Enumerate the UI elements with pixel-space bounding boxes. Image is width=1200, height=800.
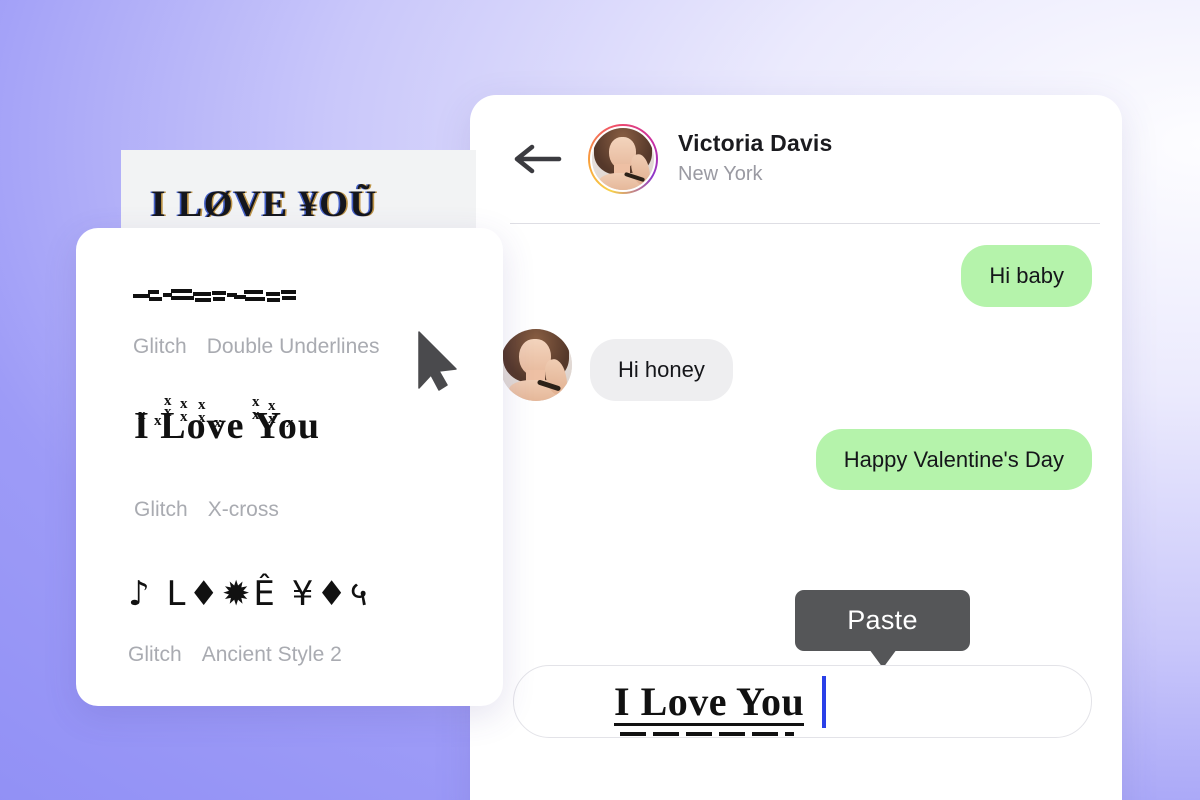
click-sparkle-icon	[403, 305, 443, 331]
message-input-value: I Love You	[614, 678, 805, 736]
font-tag-category: Glitch	[128, 643, 182, 666]
message-list: Hi baby Hi honey Happy Valentine's Day	[470, 245, 1122, 512]
avatar-image	[590, 126, 656, 192]
chat-header: Victoria Davis New York	[470, 95, 1122, 223]
font-tag-category: Glitch	[133, 335, 187, 358]
contact-name: Victoria Davis	[678, 129, 833, 156]
screenshot-stage: Victoria Davis New York Hi baby Hi honey	[0, 0, 1200, 800]
font-preview-text: I LØVE ¥OŨ	[151, 184, 378, 225]
font-tag-category: Glitch	[134, 498, 188, 521]
message-row: Hi baby	[470, 245, 1122, 307]
font-style-list: Glitch Double Underlines x x x x x x x x…	[76, 228, 503, 706]
message-row: Happy Valentine's Day	[470, 428, 1122, 490]
text-caret	[822, 675, 827, 728]
message-row: Hi honey	[470, 328, 1122, 401]
back-arrow-icon[interactable]	[514, 142, 562, 176]
font-tag-style: X-cross	[207, 498, 279, 521]
contact-location: New York	[678, 163, 763, 186]
message-avatar	[500, 328, 572, 401]
font-style-preview-ancient[interactable]: ♪ L♦✹Ê ¥♦५	[128, 569, 371, 615]
font-style-preview-double-underlines	[133, 289, 296, 302]
paste-tooltip-label: Paste	[847, 605, 918, 635]
font-tag-style: Ancient Style 2	[201, 643, 342, 666]
mouse-pointer-icon	[415, 330, 467, 392]
message-input-text: I Love You	[614, 679, 805, 724]
message-bubble[interactable]: Happy Valentine's Day	[815, 428, 1092, 490]
message-bubble[interactable]: Hi honey	[590, 339, 733, 401]
paste-tooltip[interactable]: Paste	[795, 590, 970, 651]
avatar[interactable]	[588, 124, 658, 194]
message-input[interactable]: I Love You	[513, 665, 1092, 738]
font-style-tags-ancient: Glitch Ancient Style 2	[128, 643, 342, 667]
contact-info: Victoria Davis New York	[678, 129, 833, 190]
font-style-tags-xcross: Glitch X-cross	[134, 498, 279, 522]
font-style-preview-xcross[interactable]: I Love You	[134, 404, 320, 448]
header-divider	[510, 223, 1100, 224]
message-bubble[interactable]: Hi baby	[961, 245, 1092, 307]
font-style-item-double-underlines[interactable]	[133, 289, 296, 302]
font-tag-style: Double Underlines	[206, 335, 380, 358]
font-style-tags-double-underlines: Glitch Double Underlines	[133, 335, 379, 359]
